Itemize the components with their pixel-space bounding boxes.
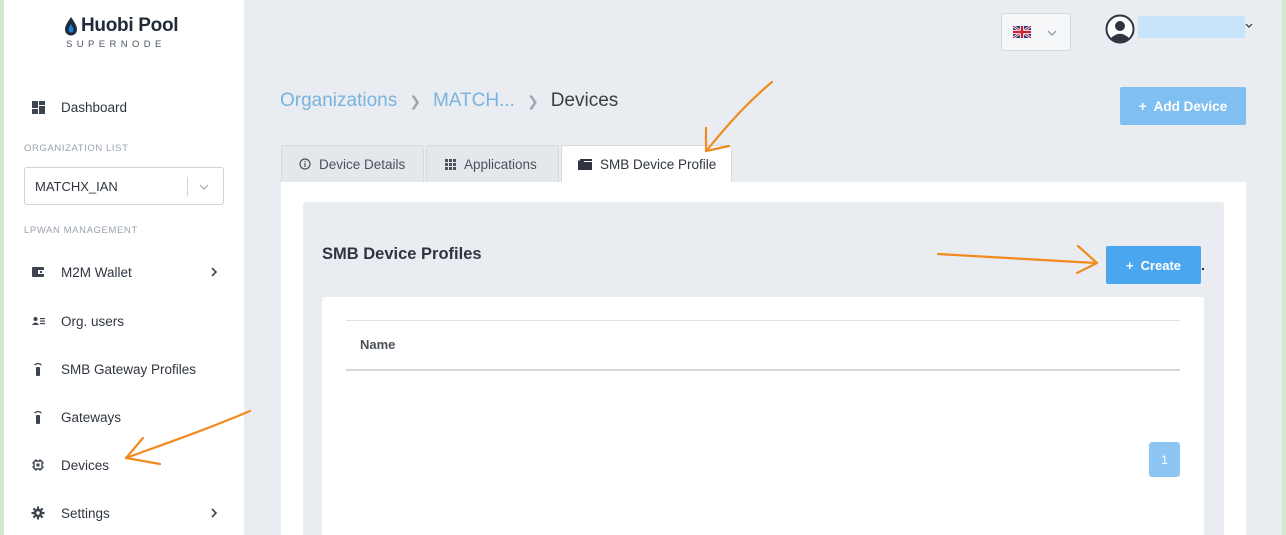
sidebar-item-label: SMB Gateway Profiles [61,361,197,377]
create-label: Create [1140,257,1182,273]
chevron-right-icon: ❯ [526,92,539,109]
grid-icon [444,158,456,170]
sidebar-item-gateways[interactable]: Gateways [4,399,244,435]
logo-main: Huobi Pool [64,15,194,37]
breadcrumb-organizations[interactable]: Organizations [280,90,397,112]
tab-smb-device-profile[interactable]: SMB Device Profile [561,145,732,183]
lpwan-management-label: LPWAN MANAGEMENT [24,225,138,236]
tab-device-details[interactable]: Device Details [281,145,424,182]
tab-label: SMB Device Profile [600,157,717,172]
table-divider [346,320,1180,321]
chip-icon [31,458,45,472]
plus-icon: + [1125,257,1134,273]
chevron-right-icon: ❯ [409,92,421,109]
gateway-icon [31,362,45,376]
logo[interactable]: Huobi Pool SUPERNODE [64,15,194,57]
dashboard-icon [31,100,45,114]
sidebar-item-label: Settings [61,505,110,521]
pagination-page-button[interactable]: 1 [1149,442,1180,477]
uk-flag-icon [1013,26,1031,38]
chevron-right-icon [211,267,218,277]
sidebar: Huobi Pool SUPERNODE Dashboard ORGANIZAT… [4,0,244,535]
info-icon [299,158,311,170]
column-header-name[interactable]: Name [360,337,395,352]
breadcrumb-current: Devices [550,90,619,111]
sidebar-item-label: Org. users [61,313,125,329]
organization-select-value: MATCHX_IAN [35,178,118,194]
language-select[interactable] [1001,13,1071,51]
breadcrumb-organization[interactable]: MATCH... [433,90,515,112]
sidebar-item-label: M2M Wallet [61,264,132,280]
logo-drop-icon [65,17,77,36]
device-profiles-table [322,297,1204,535]
chevron-right-icon [211,508,218,518]
organization-select[interactable]: MATCHX_IAN [24,167,224,205]
sidebar-item-m2m-wallet[interactable]: M2M Wallet [4,254,244,290]
add-device-button[interactable]: + Add Device [1120,87,1246,125]
sidebar-item-org-users[interactable]: Org. users [4,303,244,339]
wallet-icon [31,265,45,279]
chevron-down-icon[interactable] [1245,23,1253,29]
stray-dot [1202,268,1204,270]
sidebar-item-label: Dashboard [61,99,128,115]
add-device-label: Add Device [1153,98,1228,114]
sidebar-item-devices[interactable]: Devices [4,447,244,483]
sidebar-item-settings[interactable]: Settings [4,495,244,531]
user-avatar-icon[interactable] [1105,14,1135,44]
sidebar-item-label: Gateways [61,409,122,425]
window-edge-right [1282,0,1286,535]
breadcrumb: Organizations ❯ MATCH... ❯ Devices [280,89,618,113]
tab-label: Device Details [319,156,406,172]
gateway-icon [31,410,45,424]
tab-applications[interactable]: Applications [426,145,559,182]
chevron-down-icon [1047,30,1057,37]
tab-label: Applications [464,156,537,172]
folder-icon [578,159,592,171]
org-list-label: ORGANIZATION LIST [24,143,129,154]
select-divider [187,177,188,196]
sidebar-item-label: Devices [61,457,110,473]
create-button[interactable]: + Create [1106,246,1201,284]
brand-name: Huobi Pool [81,15,179,36]
chevron-down-icon[interactable] [198,181,210,193]
annotation-arrow-tab [705,80,774,152]
brand-tagline: SUPERNODE [66,39,166,50]
gear-icon [31,506,45,520]
table-header-divider [346,369,1180,371]
panel-title: SMB Device Profiles [322,245,482,263]
plus-icon: + [1138,98,1147,114]
users-icon [31,314,45,328]
sidebar-item-dashboard[interactable]: Dashboard [4,89,244,125]
sidebar-item-smb-gateway-profiles[interactable]: SMB Gateway Profiles [4,351,244,387]
user-name[interactable] [1138,16,1245,38]
